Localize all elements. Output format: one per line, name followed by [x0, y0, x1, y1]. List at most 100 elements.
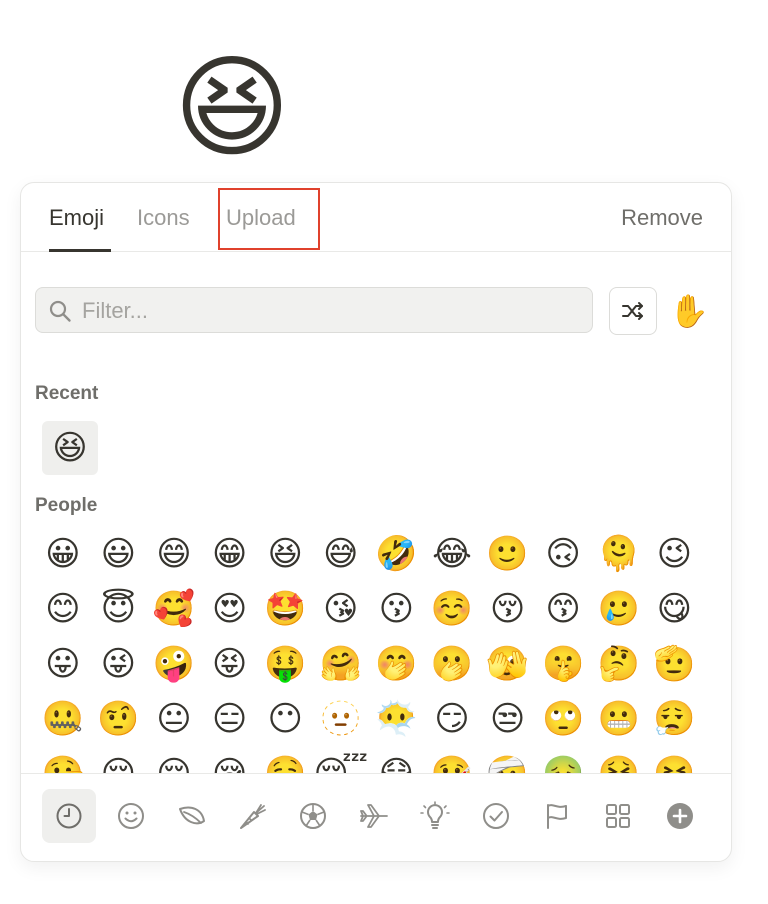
- emoji-cell[interactable]: 🤮: [591, 747, 647, 773]
- emoji-cell[interactable]: 😷: [369, 747, 425, 773]
- emoji-cell[interactable]: 😒: [480, 692, 536, 747]
- emoji-cell[interactable]: 😀: [35, 527, 91, 582]
- category-recent[interactable]: [42, 789, 96, 843]
- plus-circle-icon: [667, 803, 693, 829]
- emoji-cell[interactable]: 🤐: [35, 692, 91, 747]
- category-flags[interactable]: [530, 789, 584, 843]
- emoji-cell[interactable]: 🤒: [424, 747, 480, 773]
- recent-emoji[interactable]: 😆: [42, 421, 98, 475]
- emoji-cell[interactable]: 🫢: [424, 637, 480, 692]
- emoji-cell[interactable]: ☺️: [424, 582, 480, 637]
- emoji-cell[interactable]: 🫡: [647, 637, 703, 692]
- category-activity[interactable]: [286, 789, 340, 843]
- emoji-cell[interactable]: 😪: [202, 747, 258, 773]
- emoji-cell[interactable]: 😂: [424, 527, 480, 582]
- emoji-grid-scroll[interactable]: 😀 😃 😄 😁 😆 😅 🤣 😂 🙂 🙃 🫠 😉 😊 😇 🥰 😍 🤩 😘 😗 ☺️ 😚 😙 🥲 😋 😛 😜 🤪 😝 🤑 🤗 🤭 🫢 🫣 🤫 🤔 🫡 🤐 🤨 😐…: [35, 527, 703, 773]
- remove-button[interactable]: Remove: [621, 203, 703, 233]
- page-emoji[interactable]: 😆: [166, 44, 298, 172]
- emoji-cell[interactable]: 😶: [257, 692, 313, 747]
- picker-tabs: Emoji Icons Upload Remove: [21, 183, 731, 252]
- emoji-cell[interactable]: 😄: [146, 527, 202, 582]
- emoji-cell[interactable]: 😮‍💨: [647, 692, 703, 747]
- category-symbols[interactable]: [469, 789, 523, 843]
- emoji-cell[interactable]: 🙂: [480, 527, 536, 582]
- emoji-cell[interactable]: 🤩: [257, 582, 313, 637]
- smiley-icon: [118, 803, 144, 829]
- shuffle-button[interactable]: [609, 287, 657, 335]
- emoji-cell[interactable]: 🤭: [369, 637, 425, 692]
- emoji-cell[interactable]: 🙄: [535, 692, 591, 747]
- grid-icon: [606, 804, 630, 828]
- emoji-cell[interactable]: 😏: [424, 692, 480, 747]
- emoji-cell[interactable]: 🤤: [257, 747, 313, 773]
- emoji-cell[interactable]: 🤢: [535, 747, 591, 773]
- skin-tone-button[interactable]: ✋: [667, 289, 711, 333]
- emoji-cell[interactable]: 🫣: [480, 637, 536, 692]
- category-add[interactable]: [653, 789, 707, 843]
- emoji-cell[interactable]: 😚: [480, 582, 536, 637]
- emoji-cell[interactable]: 😙: [535, 582, 591, 637]
- category-custom[interactable]: [591, 789, 645, 843]
- emoji-cell[interactable]: 🤣: [369, 527, 425, 582]
- emoji-cell[interactable]: 🤪: [146, 637, 202, 692]
- emoji-cell[interactable]: 😅: [313, 527, 369, 582]
- emoji-cell[interactable]: 🫥: [313, 692, 369, 747]
- emoji-cell[interactable]: 🤧: [647, 747, 703, 773]
- lightbulb-icon: [420, 801, 450, 829]
- emoji-cell[interactable]: 😘: [313, 582, 369, 637]
- emoji-cell[interactable]: 🤥: [35, 747, 91, 773]
- emoji-cell[interactable]: 🤫: [535, 637, 591, 692]
- category-food[interactable]: [225, 789, 279, 843]
- category-objects[interactable]: [408, 789, 462, 843]
- emoji-cell[interactable]: 🥲: [591, 582, 647, 637]
- category-travel[interactable]: [347, 789, 401, 843]
- emoji-cell[interactable]: 😊: [35, 582, 91, 637]
- emoji-cell[interactable]: 😆: [257, 527, 313, 582]
- clock-icon: [56, 803, 82, 829]
- filter-box: [35, 287, 593, 333]
- category-smileys[interactable]: [104, 789, 158, 843]
- emoji-cell[interactable]: 😑: [202, 692, 258, 747]
- emoji-cell[interactable]: 😶‍🌫️: [369, 692, 425, 747]
- emoji-cell[interactable]: 🙃: [535, 527, 591, 582]
- emoji-cell[interactable]: 😴: [313, 747, 369, 773]
- category-nature[interactable]: [165, 789, 219, 843]
- emoji-cell[interactable]: 🤨: [91, 692, 147, 747]
- flag-icon: [547, 804, 567, 829]
- search-icon: [49, 300, 71, 322]
- emoji-cell[interactable]: 😗: [369, 582, 425, 637]
- active-tab-indicator: [49, 249, 111, 252]
- emoji-cell[interactable]: 😃: [91, 527, 147, 582]
- emoji-picker: Emoji Icons Upload Remove ✋ Recent 😆 Peo…: [20, 182, 732, 862]
- emoji-cell[interactable]: 😌: [91, 747, 147, 773]
- emoji-cell[interactable]: 😉: [647, 527, 703, 582]
- emoji-cell[interactable]: 😛: [35, 637, 91, 692]
- shuffle-icon: [622, 302, 643, 320]
- emoji-grid: 😀 😃 😄 😁 😆 😅 🤣 😂 🙂 🙃 🫠 😉 😊 😇 🥰 😍 🤩 😘 😗 ☺️ 😚 😙 🥲 😋 😛 😜 🤪 😝 🤑 🤗 🤭 🫢 🫣 🤫 🤔 🫡 🤐 🤨 😐…: [35, 527, 703, 773]
- emoji-cell[interactable]: 🤕: [480, 747, 536, 773]
- emoji-cell[interactable]: 🥰: [146, 582, 202, 637]
- category-bar: [21, 773, 731, 861]
- check-circle-icon: [483, 803, 509, 829]
- filter-input[interactable]: [80, 294, 584, 328]
- upload-highlight-box: [218, 188, 320, 250]
- emoji-cell[interactable]: 😋: [647, 582, 703, 637]
- emoji-cell[interactable]: 😔: [146, 747, 202, 773]
- emoji-cell[interactable]: 🤔: [591, 637, 647, 692]
- airplane-icon: [360, 804, 388, 828]
- emoji-cell[interactable]: 🤗: [313, 637, 369, 692]
- emoji-cell[interactable]: 😁: [202, 527, 258, 582]
- tab-emoji[interactable]: Emoji: [49, 203, 104, 233]
- emoji-cell[interactable]: 🫠: [591, 527, 647, 582]
- emoji-cell[interactable]: 😍: [202, 582, 258, 637]
- people-label: People: [35, 495, 98, 516]
- emoji-cell[interactable]: 🤑: [257, 637, 313, 692]
- soccer-ball-icon: [300, 803, 326, 829]
- recent-label: Recent: [35, 383, 99, 404]
- emoji-cell[interactable]: 😬: [591, 692, 647, 747]
- tab-icons[interactable]: Icons: [137, 203, 190, 233]
- emoji-cell[interactable]: 😝: [202, 637, 258, 692]
- emoji-cell[interactable]: 😐: [146, 692, 202, 747]
- emoji-cell[interactable]: 😇: [91, 582, 147, 637]
- emoji-cell[interactable]: 😜: [91, 637, 147, 692]
